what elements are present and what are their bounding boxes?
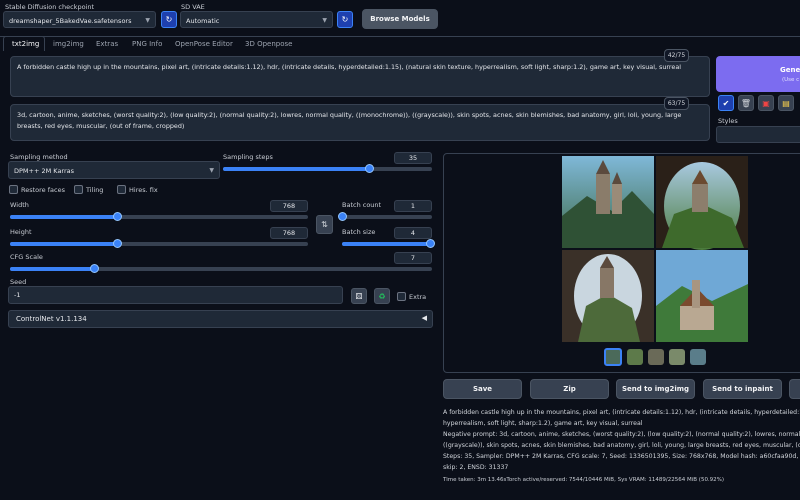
zip-button[interactable]: Zip xyxy=(530,379,609,399)
positive-prompt-input[interactable]: A forbidden castle high up in the mounta… xyxy=(10,56,710,97)
tiling-checkbox[interactable] xyxy=(74,185,83,194)
refresh-icon: ↻ xyxy=(165,15,173,24)
tab-3d-openpose[interactable]: 3D Openpose xyxy=(245,40,292,48)
height-value[interactable]: 768 xyxy=(270,227,308,239)
width-label: Width xyxy=(10,201,29,209)
sampling-steps-value[interactable]: 35 xyxy=(394,152,432,164)
save-button[interactable]: Save xyxy=(443,379,522,399)
negative-token-counter: 63/75 xyxy=(664,97,689,110)
info-line: A forbidden castle high up in the mounta… xyxy=(443,409,800,416)
info-line: skip: 2, ENSD: 31337 xyxy=(443,464,509,471)
cfg-scale-slider[interactable] xyxy=(10,264,432,273)
hires-fix-checkbox[interactable] xyxy=(117,185,126,194)
checkpoint-value: dreamshaper_5BakedVae.safetensors xyxy=(9,17,132,25)
tab-png-info[interactable]: PNG Info xyxy=(132,40,162,48)
clipboard-icon[interactable]: ▤ xyxy=(778,95,794,111)
more-button[interactable] xyxy=(789,379,800,399)
restore-faces-label: Restore faces xyxy=(21,186,65,194)
chevron-down-icon: ▼ xyxy=(209,167,214,174)
sampling-method-select[interactable]: DPM++ 2M Karras ▼ xyxy=(8,161,220,179)
info-line: ((grayscale)), skin spots, acnes, skin b… xyxy=(443,442,800,449)
send-to-img2img-button[interactable]: Send to img2img xyxy=(616,379,695,399)
chevron-down-icon: ▼ xyxy=(145,17,150,24)
checkpoint-select[interactable]: dreamshaper_5BakedVae.safetensors ▼ xyxy=(3,11,156,28)
controlnet-accordion[interactable]: ControlNet v1.1.134 ◀ xyxy=(8,310,433,328)
extra-label: Extra xyxy=(409,293,427,301)
recycle-icon[interactable]: ♻ xyxy=(374,288,390,304)
refresh-checkpoint-button[interactable]: ↻ xyxy=(161,11,177,28)
sampling-steps-label: Sampling steps xyxy=(223,153,273,161)
styles-label: Styles xyxy=(718,117,738,125)
thumbnail-3[interactable] xyxy=(648,349,664,365)
tiling-label: Tiling xyxy=(86,186,104,194)
tabs-divider xyxy=(0,36,800,37)
gallery-image-3[interactable] xyxy=(562,250,654,342)
restore-faces-checkbox[interactable] xyxy=(9,185,18,194)
extra-checkbox[interactable] xyxy=(397,292,406,301)
refresh-icon: ↻ xyxy=(341,15,349,24)
hires-fix-label: Hires. fix xyxy=(129,186,158,194)
tab-img2img[interactable]: img2img xyxy=(53,40,84,48)
vae-value: Automatic xyxy=(186,17,220,25)
trash-icon[interactable]: 🗑 xyxy=(738,95,754,111)
browse-models-button[interactable]: Browse Models xyxy=(362,9,438,29)
sampling-method-label: Sampling method xyxy=(10,153,68,161)
refresh-vae-button[interactable]: ↻ xyxy=(337,11,353,28)
gallery-image-4[interactable] xyxy=(656,250,748,342)
sampling-steps-slider[interactable] xyxy=(223,164,432,173)
batch-count-value[interactable]: 1 xyxy=(394,200,432,212)
swap-icon[interactable]: ⇅ xyxy=(316,215,333,234)
gallery-image-1[interactable] xyxy=(562,156,654,248)
batch-count-slider[interactable] xyxy=(338,212,432,221)
dice-icon[interactable]: ⚄ xyxy=(351,288,367,304)
controlnet-label: ControlNet v1.1.134 xyxy=(16,315,87,323)
positive-token-counter: 42/75 xyxy=(664,49,689,62)
info-line: Steps: 35, Sampler: DPM++ 2M Karras, CFG… xyxy=(443,453,800,460)
generate-label: Gener xyxy=(780,66,800,74)
sampling-method-value: DPM++ 2M Karras xyxy=(14,167,75,175)
styles-select[interactable] xyxy=(716,126,800,143)
tab-openpose-editor[interactable]: OpenPose Editor xyxy=(175,40,233,48)
generate-sub: (Use c xyxy=(782,77,800,83)
vae-select[interactable]: Automatic ▼ xyxy=(180,11,333,28)
info-line: hyperrealism, soft light, sharp:1.2), ga… xyxy=(443,420,643,427)
batch-size-value[interactable]: 4 xyxy=(394,227,432,239)
chevron-down-icon: ▼ xyxy=(322,17,327,24)
info-line: Negative prompt: 3d, cartoon, anime, ske… xyxy=(443,431,800,438)
cfg-scale-value[interactable]: 7 xyxy=(394,252,432,264)
output-info: A forbidden castle high up in the mounta… xyxy=(443,407,800,473)
vae-label: SD VAE xyxy=(181,3,205,11)
timing-info: Time taken: 3m 13.46sTorch active/reserv… xyxy=(443,477,725,483)
seed-label: Seed xyxy=(10,278,27,286)
batch-count-label: Batch count xyxy=(342,201,382,209)
negative-prompt-input[interactable]: 3d, cartoon, anime, sketches, (worst qua… xyxy=(10,104,710,141)
caret-left-icon: ◀ xyxy=(421,314,427,322)
thumbnail-1[interactable] xyxy=(604,348,622,366)
height-slider[interactable] xyxy=(10,239,308,248)
send-to-inpaint-button[interactable]: Send to inpaint xyxy=(703,379,782,399)
checkpoint-label: Stable Diffusion checkpoint xyxy=(5,3,95,11)
card-icon[interactable]: ▣ xyxy=(758,95,774,111)
check-icon[interactable]: ✔ xyxy=(718,95,734,111)
tab-txt2img[interactable]: txt2img xyxy=(12,40,39,48)
seed-input[interactable]: -1 xyxy=(8,286,343,304)
cfg-scale-label: CFG Scale xyxy=(10,253,43,261)
batch-size-slider[interactable] xyxy=(342,239,435,248)
width-slider[interactable] xyxy=(10,212,308,221)
gallery-grid[interactable] xyxy=(562,156,748,342)
tab-extras[interactable]: Extras xyxy=(96,40,118,48)
batch-size-label: Batch size xyxy=(342,228,376,236)
thumbnail-4[interactable] xyxy=(669,349,685,365)
height-label: Height xyxy=(10,228,32,236)
width-value[interactable]: 768 xyxy=(270,200,308,212)
generate-button[interactable]: Gener (Use c xyxy=(716,56,800,92)
gallery-image-2[interactable] xyxy=(656,156,748,250)
thumbnail-2[interactable] xyxy=(627,349,643,365)
thumbnail-5[interactable] xyxy=(690,349,706,365)
